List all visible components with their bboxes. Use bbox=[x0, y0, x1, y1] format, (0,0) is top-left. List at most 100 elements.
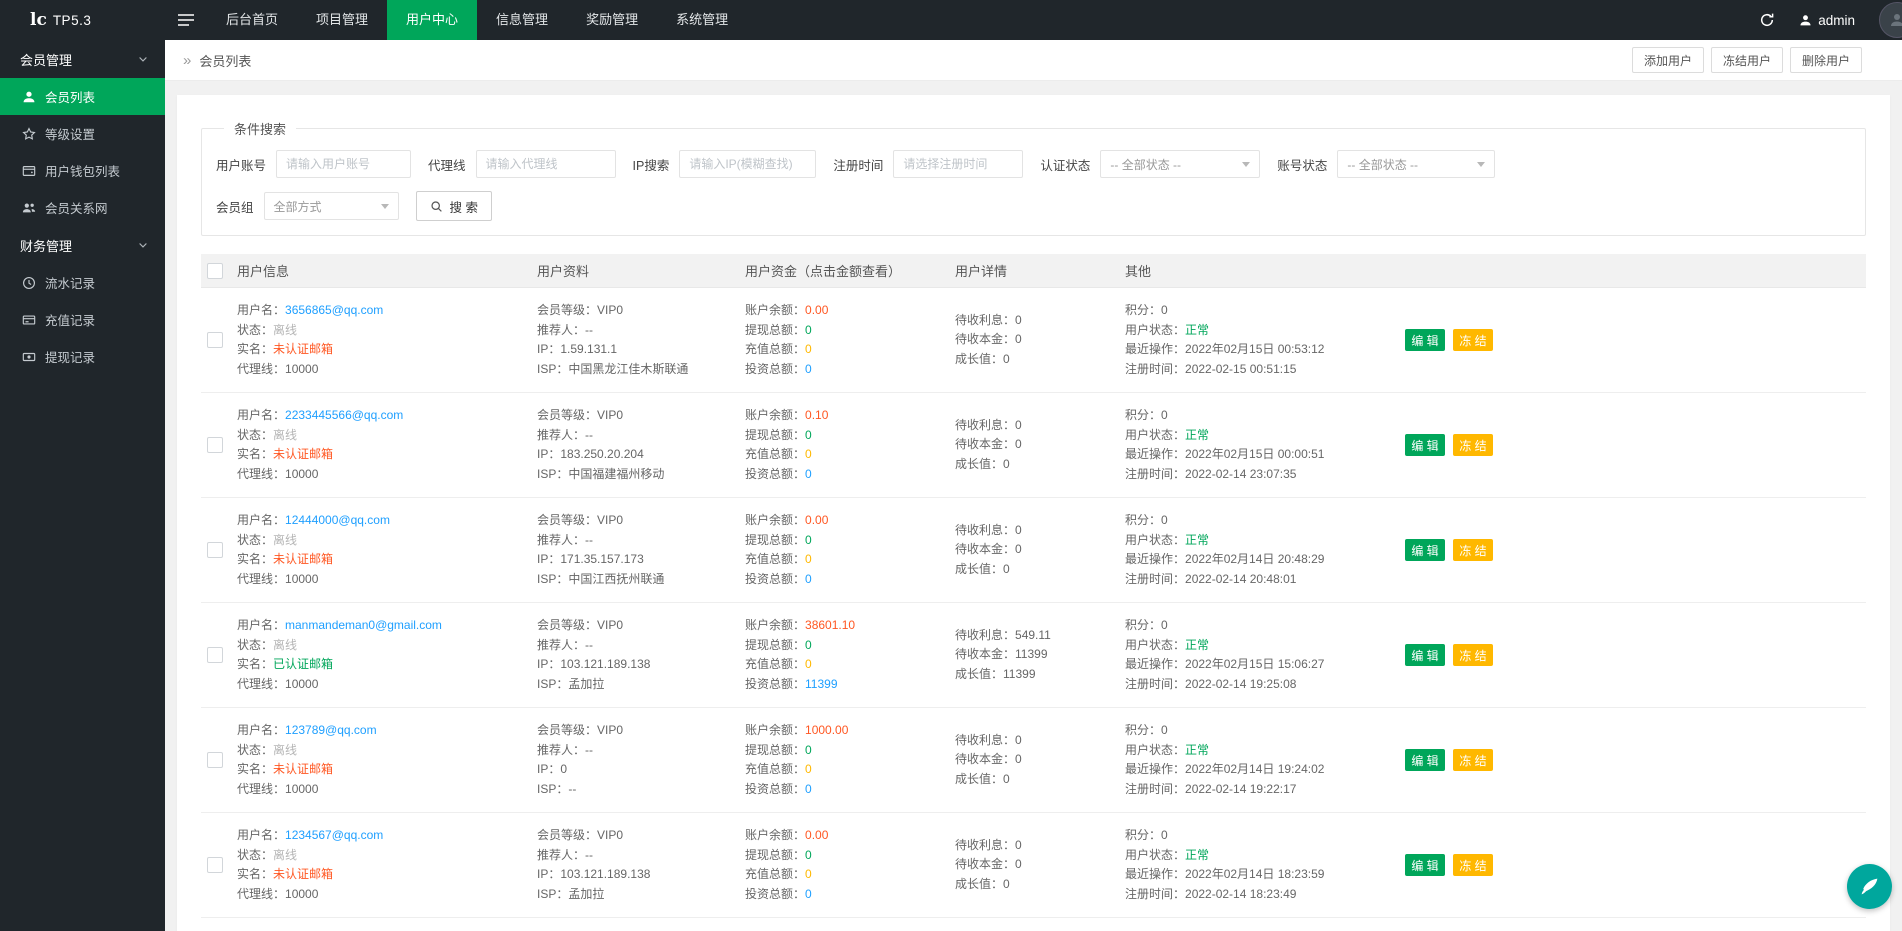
account-status-select[interactable]: -- 全部状态 -- bbox=[1337, 150, 1495, 178]
username-link[interactable]: 3656865@qq.com bbox=[285, 303, 383, 317]
row-checkbox[interactable] bbox=[207, 332, 223, 348]
freeze-button[interactable]: 冻 结 bbox=[1453, 854, 1493, 876]
sidebar-item-member-network[interactable]: 会员关系网 bbox=[0, 189, 165, 226]
user-info-cell: 用户名：2233445566@qq.com 状态：离线 实名：未认证邮箱 代理线… bbox=[237, 406, 537, 484]
isp-value: 中国福建福州移动 bbox=[568, 467, 664, 481]
invest-total-link[interactable]: 0 bbox=[805, 572, 812, 586]
invest-total-link[interactable]: 11399 bbox=[805, 677, 837, 691]
avatar[interactable] bbox=[1879, 2, 1902, 38]
refresh-icon[interactable] bbox=[1759, 12, 1775, 28]
sidebar-group-finance-management[interactable]: 财务管理 bbox=[0, 226, 165, 264]
nav-item-rewards[interactable]: 奖励管理 bbox=[567, 0, 657, 40]
invest-total-link[interactable]: 0 bbox=[805, 467, 812, 481]
balance-link[interactable]: 0.00 bbox=[805, 303, 828, 317]
sidebar-item-level-settings[interactable]: 等级设置 bbox=[0, 115, 165, 152]
row-checkbox[interactable] bbox=[207, 752, 223, 768]
field-label: 账号状态 bbox=[1277, 155, 1327, 174]
interest-value: 0 bbox=[1015, 418, 1022, 432]
edit-button[interactable]: 编 辑 bbox=[1405, 434, 1445, 456]
sidebar-group-member-management[interactable]: 会员管理 bbox=[0, 40, 165, 78]
points-value: 0 bbox=[1161, 303, 1168, 317]
register-time-input[interactable] bbox=[893, 150, 1023, 178]
row-checkbox[interactable] bbox=[207, 437, 223, 453]
delete-user-button[interactable]: 删除用户 bbox=[1790, 47, 1862, 73]
username-link[interactable]: manmandeman0@gmail.com bbox=[285, 618, 442, 632]
field-label: 充值总额： bbox=[745, 762, 805, 776]
edit-button[interactable]: 编 辑 bbox=[1405, 329, 1445, 351]
member-group-select[interactable]: 全部方式 bbox=[264, 192, 399, 220]
freeze-button[interactable]: 冻 结 bbox=[1453, 329, 1493, 351]
user-profile-cell: 会员等级：VIP0 推荐人：-- IP：103.121.189.138 ISP：… bbox=[537, 826, 745, 904]
sidebar-item-member-list[interactable]: 会员列表 bbox=[0, 78, 165, 115]
sidebar-item-user-wallet-list[interactable]: 用户钱包列表 bbox=[0, 152, 165, 189]
balance-link[interactable]: 0.00 bbox=[805, 828, 828, 842]
agent-line-input[interactable] bbox=[476, 150, 616, 178]
nav-item-user-center[interactable]: 用户中心 bbox=[387, 0, 477, 40]
field-label: 实名： bbox=[237, 762, 273, 776]
search-legend: 条件搜索 bbox=[224, 119, 296, 138]
actions-cell: 编 辑 冻 结 bbox=[1405, 329, 1866, 351]
edit-button[interactable]: 编 辑 bbox=[1405, 644, 1445, 666]
balance-link[interactable]: 0.00 bbox=[805, 513, 828, 527]
recharge-total-link[interactable]: 0 bbox=[805, 867, 812, 881]
principal-value: 0 bbox=[1015, 752, 1022, 766]
withdraw-total-link[interactable]: 0 bbox=[805, 428, 812, 442]
recharge-total-link[interactable]: 0 bbox=[805, 342, 812, 356]
balance-link[interactable]: 38601.10 bbox=[805, 618, 855, 632]
referrer-value: -- bbox=[585, 848, 593, 862]
sidebar-item-flow-records[interactable]: 流水记录 bbox=[0, 264, 165, 301]
username-link[interactable]: 123789@qq.com bbox=[285, 723, 377, 737]
user-info-cell: 用户名：123789@qq.com 状态：离线 实名：未认证邮箱 代理线：100… bbox=[237, 721, 537, 799]
freeze-button[interactable]: 冻 结 bbox=[1453, 434, 1493, 456]
field-label: 用户状态： bbox=[1125, 638, 1185, 652]
invest-total-link[interactable]: 0 bbox=[805, 782, 812, 796]
row-checkbox[interactable] bbox=[207, 857, 223, 873]
recharge-total-link[interactable]: 0 bbox=[805, 552, 812, 566]
freeze-button[interactable]: 冻 结 bbox=[1453, 539, 1493, 561]
freeze-button[interactable]: 冻 结 bbox=[1453, 644, 1493, 666]
balance-link[interactable]: 0.10 bbox=[805, 408, 828, 422]
search-button[interactable]: 搜 索 bbox=[416, 191, 492, 221]
select-all-checkbox[interactable] bbox=[207, 263, 223, 279]
edit-button[interactable]: 编 辑 bbox=[1405, 539, 1445, 561]
recharge-total-link[interactable]: 0 bbox=[805, 657, 812, 671]
withdraw-total-link[interactable]: 0 bbox=[805, 638, 812, 652]
freeze-button[interactable]: 冻 结 bbox=[1453, 749, 1493, 771]
auth-status-select[interactable]: -- 全部状态 -- bbox=[1100, 150, 1260, 178]
field-register-time: 注册时间 bbox=[833, 150, 1023, 178]
user-profile-cell: 会员等级：VIP0 推荐人：-- IP：1.59.131.1 ISP：中国黑龙江… bbox=[537, 301, 745, 379]
recharge-total-link[interactable]: 0 bbox=[805, 447, 812, 461]
field-label: 注册时间： bbox=[1125, 887, 1185, 901]
field-label: 注册时间： bbox=[1125, 467, 1185, 481]
username-link[interactable]: 12444000@qq.com bbox=[285, 513, 390, 527]
nav-item-projects[interactable]: 项目管理 bbox=[297, 0, 387, 40]
edit-button[interactable]: 编 辑 bbox=[1405, 749, 1445, 771]
add-user-button[interactable]: 添加用户 bbox=[1632, 47, 1704, 73]
nav-item-system[interactable]: 系统管理 bbox=[657, 0, 747, 40]
edit-button[interactable]: 编 辑 bbox=[1405, 854, 1445, 876]
withdraw-total-link[interactable]: 0 bbox=[805, 743, 812, 757]
withdraw-total-link[interactable]: 0 bbox=[805, 848, 812, 862]
row-checkbox[interactable] bbox=[207, 542, 223, 558]
row-checkbox[interactable] bbox=[207, 647, 223, 663]
menu-toggle-icon[interactable] bbox=[165, 0, 207, 40]
nav-item-dashboard[interactable]: 后台首页 bbox=[207, 0, 297, 40]
recharge-total-link[interactable]: 0 bbox=[805, 762, 812, 776]
user-account-input[interactable] bbox=[276, 150, 411, 178]
nav-item-information[interactable]: 信息管理 bbox=[477, 0, 567, 40]
freeze-user-button[interactable]: 冻结用户 bbox=[1711, 47, 1783, 73]
username-link[interactable]: 1234567@qq.com bbox=[285, 828, 383, 842]
sidebar-item-recharge-records[interactable]: 充值记录 bbox=[0, 301, 165, 338]
sidebar-item-withdraw-records[interactable]: 提现记录 bbox=[0, 338, 165, 375]
invest-total-link[interactable]: 0 bbox=[805, 887, 812, 901]
invest-total-link[interactable]: 0 bbox=[805, 362, 812, 376]
admin-menu[interactable]: admin bbox=[1799, 13, 1855, 28]
ip-search-input[interactable] bbox=[679, 150, 816, 178]
select-value: -- 全部状态 -- bbox=[1110, 156, 1181, 173]
table-row: 用户名：1234567@qq.com 状态：离线 实名：未认证邮箱 代理线：10… bbox=[201, 813, 1866, 918]
balance-link[interactable]: 1000.00 bbox=[805, 723, 848, 737]
username-link[interactable]: 2233445566@qq.com bbox=[285, 408, 403, 422]
theme-fab-button[interactable] bbox=[1847, 864, 1892, 909]
withdraw-total-link[interactable]: 0 bbox=[805, 533, 812, 547]
withdraw-total-link[interactable]: 0 bbox=[805, 323, 812, 337]
